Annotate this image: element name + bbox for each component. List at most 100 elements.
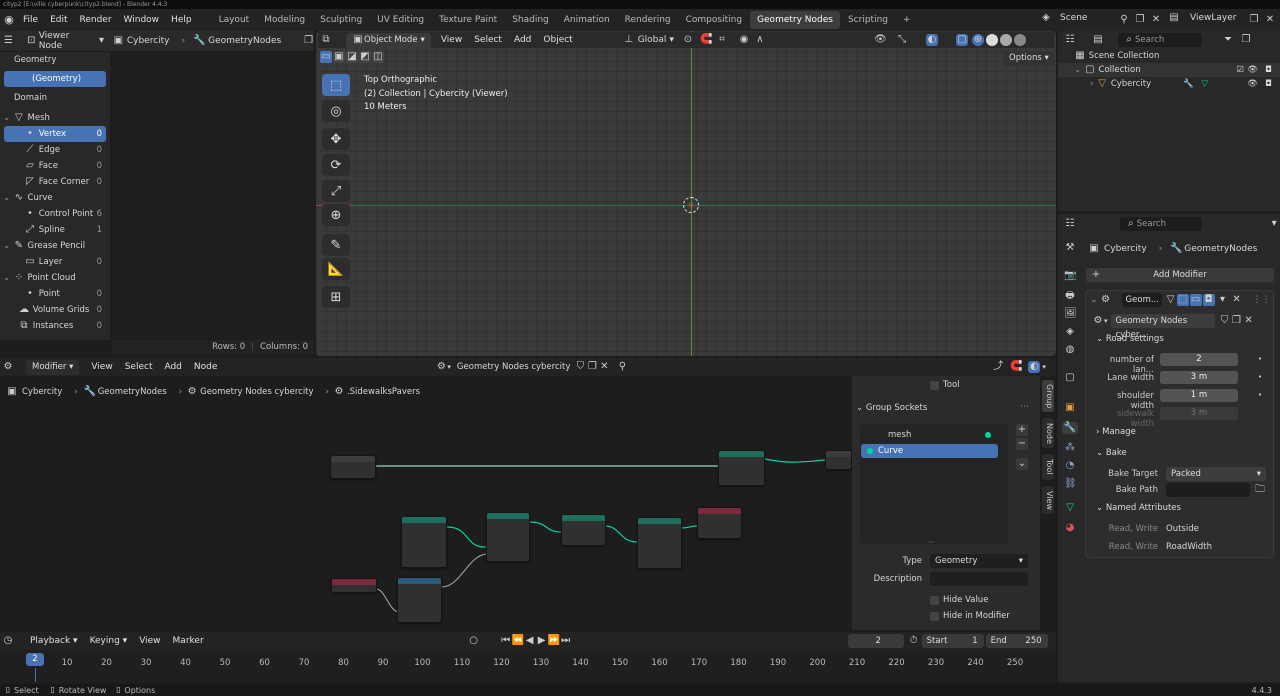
keyframe-dot-icon[interactable]: • [1258,391,1262,399]
tab-scripting[interactable]: Scripting [841,11,895,29]
select-new-icon[interactable]: ▭ [320,51,332,63]
duplicate-icon[interactable]: ❐ [586,361,598,373]
play-icon[interactable]: ▶ [536,635,548,647]
tab-compositing[interactable]: Compositing [679,11,749,29]
data-tab-icon[interactable]: ▽ [1064,502,1076,514]
node-mesh-to-curve[interactable] [561,514,606,546]
viewport-menu-select[interactable]: Select [468,32,508,48]
drag-handle-icon[interactable]: ⋮⋮ [1253,295,1271,305]
scene-collection-row[interactable]: ▦ Scene Collection [1058,49,1280,63]
node-tree-name[interactable]: Geometry Nodes cybercity [457,362,570,372]
point-cloud-group[interactable]: ⌄ ⁘ Point Cloud [0,270,110,286]
rotate-tool-icon[interactable]: ⟳ [322,154,350,176]
sidebar-tab-node[interactable]: Node [1042,418,1054,448]
output-tab-icon[interactable]: 🖶 [1064,290,1076,302]
node-menu-add[interactable]: Add [158,358,187,376]
pin-icon[interactable]: ⚲ [1118,14,1130,26]
play-reverse-icon[interactable]: ◀ [524,635,536,647]
outliner-type-icon[interactable]: ☷ [1064,34,1076,46]
menu-window[interactable]: Window [118,9,166,31]
end-frame-field[interactable]: End 250 [985,634,1048,648]
cursor-tool-icon[interactable]: ◎ [322,100,350,122]
tool-checkbox[interactable]: Tool [930,380,960,390]
viewport-menu-object[interactable]: Object [537,32,578,48]
edit-mode-icon[interactable]: ▽ [1165,294,1177,306]
tab-shading[interactable]: Shading [505,11,556,29]
render-display-icon[interactable]: ◘ [1202,293,1215,306]
domain-spline[interactable]: ⤢ Spline 1 [0,222,110,238]
bake-header[interactable]: ⌄ Bake [1096,448,1127,458]
fake-user-icon[interactable]: ⛉ [574,361,586,373]
tab-sculpting[interactable]: Sculpting [313,11,369,29]
display-mode-icon[interactable]: ▤ [1092,34,1104,46]
start-frame-field[interactable]: Start 1 [921,634,984,648]
chevron-down-icon[interactable]: ▾ [1217,294,1229,306]
select-box-tool-icon[interactable]: ⬚ [322,74,350,96]
sidebar-tab-tool[interactable]: Tool [1042,454,1054,480]
clock-icon[interactable]: ◷ [2,635,14,647]
select-invert-icon[interactable]: ◩ [359,51,371,63]
fake-user-icon[interactable]: ⛉ [1219,315,1231,327]
new-view-layer-icon[interactable]: ❐ [1248,14,1260,26]
timeline-menu-view[interactable]: View [133,632,166,650]
select-subtract-icon[interactable]: ◪ [346,51,358,63]
keyframe-dot-icon[interactable]: • [1258,373,1262,381]
transform-orientation[interactable]: ⊥ Global ▾ [623,34,674,46]
description-input[interactable] [930,572,1028,586]
param-sidewalk-width-field[interactable]: 3 m [1160,407,1238,420]
object-eye-icon[interactable]: 👁 [1247,77,1258,92]
current-frame-field[interactable]: 2 [847,634,904,648]
particles-tab-icon[interactable]: ⁂ [1064,442,1076,454]
falloff-icon[interactable]: ∧ [754,34,766,46]
tab-uv-editing[interactable]: UV Editing [370,11,431,29]
viewer-node-selector[interactable]: Viewer Node [39,31,90,51]
constraints-tab-icon[interactable]: ⛓ [1064,478,1077,490]
node-group-input[interactable] [330,455,376,479]
node-index[interactable] [331,578,377,593]
select-intersect-icon[interactable]: ◫ [372,51,384,63]
named-attributes-header[interactable]: ⌄ Named Attributes [1096,503,1181,513]
xray-icon[interactable]: ▢ [955,34,968,46]
timeline-menu-keying[interactable]: Keying ▾ [84,632,134,650]
blender-logo-icon[interactable]: ◉ [3,14,15,26]
node-menu-select[interactable]: Select [119,358,159,376]
collection-tab-icon[interactable]: ▢ [1064,372,1076,384]
curve-group[interactable]: ⌄ ∿ Curve [0,190,110,206]
tab-layout[interactable]: Layout [212,11,257,29]
modifier-name-field[interactable]: Geom... [1121,292,1162,307]
road-settings-header[interactable]: ⌄ Road settings [1096,334,1164,344]
menu-render[interactable]: Render [74,9,118,31]
tab-modeling[interactable]: Modeling [257,11,312,29]
view-layer-tab-icon[interactable]: 🖼 [1064,308,1077,320]
unlink-icon[interactable]: ✕ [1243,315,1255,327]
move-tool-icon[interactable]: ✥ [322,128,350,150]
viewport-display-icon[interactable]: ▭ [1189,293,1202,306]
domain-vertex[interactable]: • Vertex 0 [4,126,106,142]
checkbox-icon[interactable]: ☑ [1236,63,1244,77]
overlay-icon[interactable]: ◐ [1028,361,1041,373]
domain-point[interactable]: • Point 0 [0,286,110,302]
socket-curve[interactable]: Curve [861,444,998,458]
scene-tab-icon[interactable]: ◈ [1064,326,1076,338]
eye-icon[interactable]: 👁 [1247,63,1258,77]
node-editor-type-dropdown[interactable]: Modifier ▾ [26,359,80,375]
grease-pencil-group[interactable]: ⌄ ✎ Grease Pencil [0,238,110,254]
viewport-options-button[interactable]: Options ▾ [1003,51,1055,66]
new-collection-icon[interactable]: ❐ [1240,34,1252,46]
domain-instances[interactable]: ⧉ Instances 0 [0,318,110,334]
modifier-wrench-icon[interactable]: 🔧 [1183,77,1194,92]
resize-handle-icon[interactable]: ⋯ [928,538,935,546]
delete-scene-icon[interactable]: ✕ [1150,14,1162,26]
socket-type-dropdown[interactable]: Geometry ▾ [930,554,1028,568]
overlay-icon[interactable]: ◐ [925,34,938,46]
timeline-menu-marker[interactable]: Marker [167,632,210,650]
param-lanes-field[interactable]: 2 [1160,353,1238,366]
domain-layer[interactable]: ▭ Layer 0 [0,254,110,270]
wireframe-shading-icon[interactable]: ⊕ [971,34,984,46]
duplicate-icon[interactable]: ❐ [1231,315,1243,327]
node-group-field[interactable]: Geometry Nodes cyber... [1110,314,1215,340]
menu-help[interactable]: Help [165,9,198,31]
object-camera-icon[interactable]: ◘ [1265,77,1272,92]
add-socket-icon[interactable]: + [1016,424,1028,436]
remove-socket-icon[interactable]: − [1016,438,1028,450]
